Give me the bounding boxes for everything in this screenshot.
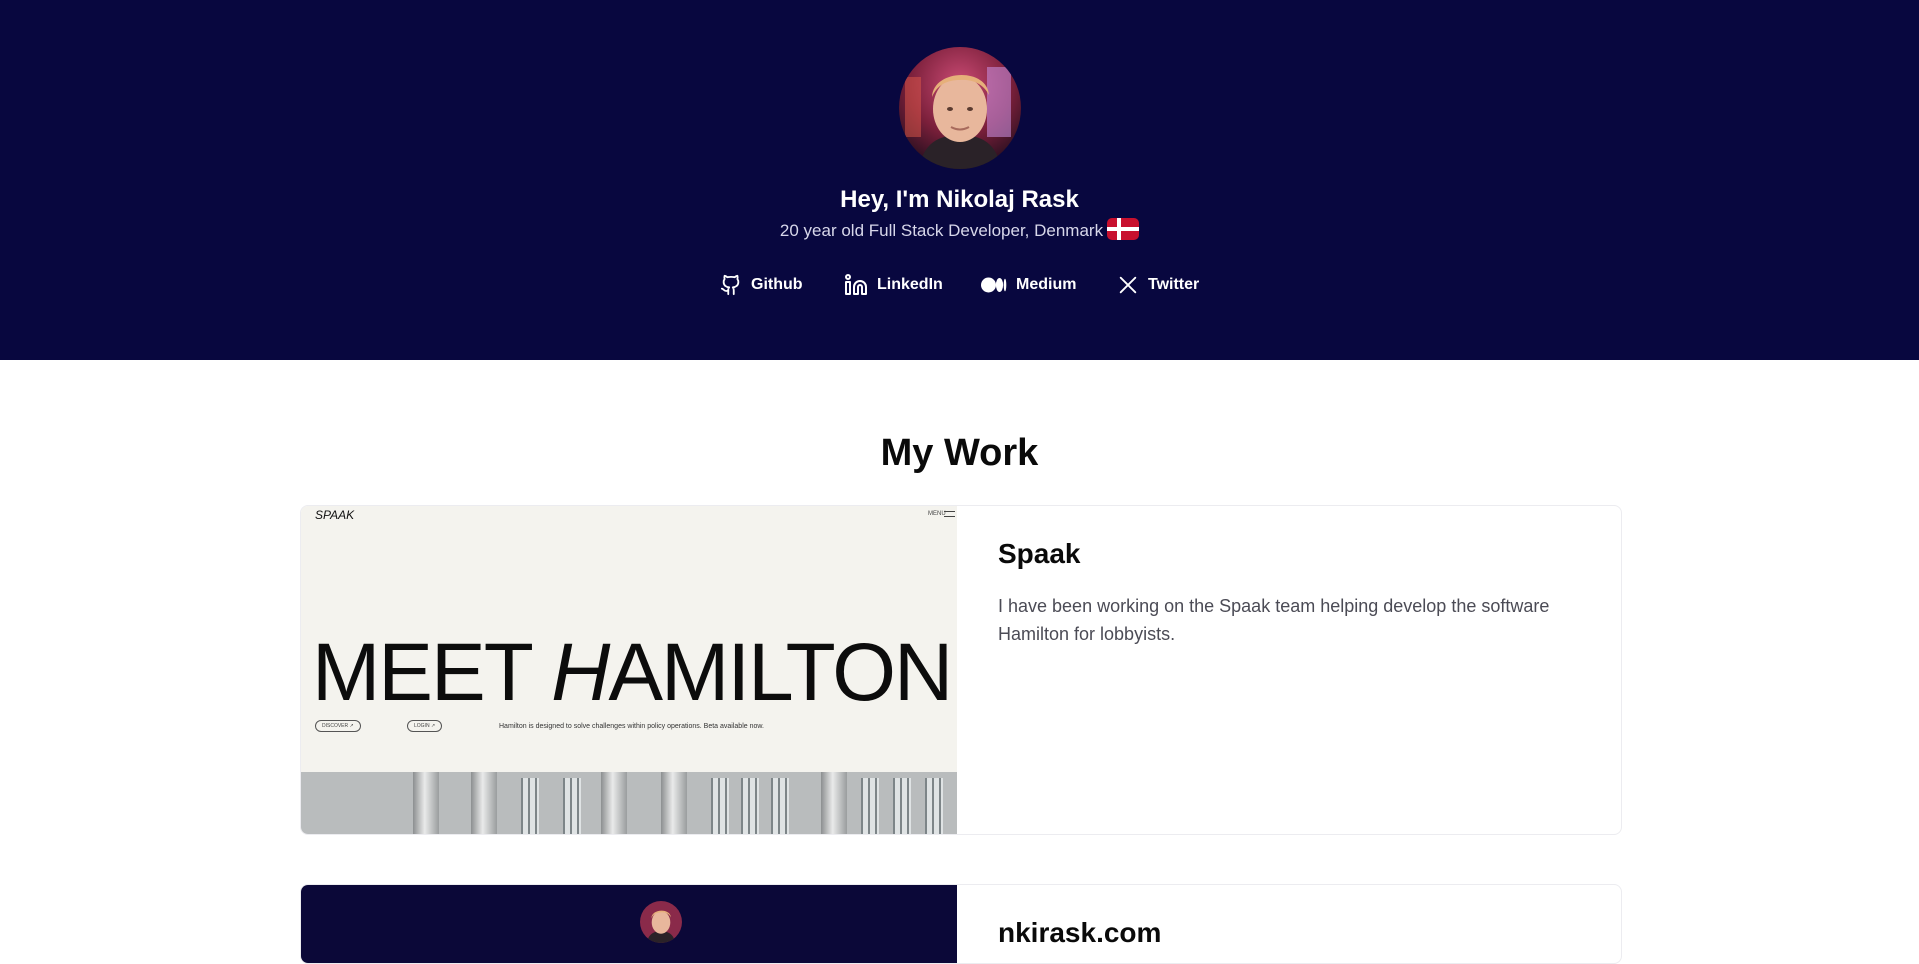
nkirask-preview-image <box>301 885 957 963</box>
spaak-discover-pill: DISCOVER ↗ <box>315 720 361 732</box>
linkedin-label: LinkedIn <box>877 276 943 293</box>
github-icon <box>720 274 740 296</box>
project-description: I have been working on the Spaak team he… <box>998 596 1550 644</box>
project-title: nkirask.com <box>998 917 1162 948</box>
denmark-flag-icon <box>1107 218 1140 240</box>
hero-subtitle: 20 year old Full Stack Developer, Denmar… <box>0 218 1919 243</box>
spaak-tagline: Hamilton is designed to solve challenges… <box>499 723 764 730</box>
headline-part2: AMILTON <box>608 627 953 718</box>
spaak-logo: SPAAK <box>315 508 355 522</box>
nkirask-preview-avatar <box>640 901 682 943</box>
spaak-preview-hero: SPAAK MENU MEET HAMILTON DISCOVER ↗ LOGI… <box>301 506 957 772</box>
my-work-heading: My Work <box>880 432 1039 474</box>
x-twitter-icon <box>1119 276 1137 294</box>
building-photo <box>301 772 957 834</box>
project-card-spaak[interactable]: SPAAK MENU MEET HAMILTON DISCOVER ↗ LOGI… <box>300 505 1622 835</box>
github-label: Github <box>751 276 803 293</box>
project-card-nkirask[interactable]: nkirask.com <box>300 884 1622 964</box>
headline-italic: H <box>551 627 610 718</box>
profile-avatar <box>899 47 1021 169</box>
twitter-label: Twitter <box>1148 276 1200 293</box>
medium-icon <box>981 277 1007 293</box>
spaak-headline: MEET HAMILTON <box>312 632 953 714</box>
menu-icon <box>944 511 955 517</box>
linkedin-link[interactable]: LinkedIn <box>844 272 943 298</box>
spaak-preview-image: SPAAK MENU MEET HAMILTON DISCOVER ↗ LOGI… <box>301 506 957 834</box>
hero-title: Hey, I'm Nikolaj Rask <box>840 186 1079 213</box>
twitter-link[interactable]: Twitter <box>1117 272 1199 298</box>
spaak-login-pill: LOGIN ↗ <box>407 720 443 732</box>
headline-part1: MEET <box>312 627 552 718</box>
medium-link[interactable]: Medium <box>981 272 1076 298</box>
linkedin-icon <box>845 274 867 295</box>
medium-label: Medium <box>1016 276 1077 293</box>
github-link[interactable]: Github <box>720 272 803 298</box>
project-title: Spaak <box>998 538 1081 569</box>
nkirask-preview-hero <box>301 885 957 963</box>
profile-header: Hey, I'm Nikolaj Rask 20 year old Full S… <box>0 0 1919 360</box>
hero-subtitle-text: 20 year old Full Stack Developer, Denmar… <box>779 221 1104 240</box>
